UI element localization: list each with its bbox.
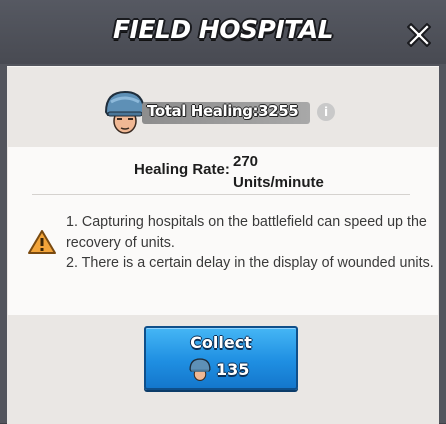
- collect-amount: 135: [216, 360, 250, 379]
- soldier-helmet-icon: [189, 358, 211, 381]
- title-bar: FIELD HOSPITAL: [0, 0, 446, 64]
- info-icon[interactable]: i: [317, 103, 335, 121]
- details-card: Healing Rate: 270 Units/minute 1. Captur…: [8, 147, 438, 315]
- collect-label: Collect: [190, 333, 252, 352]
- healing-rate-number: 270: [233, 153, 259, 170]
- healing-rate-label: Healing Rate:: [134, 161, 230, 178]
- notes: 1. Capturing hospitals on the battlefiel…: [66, 212, 436, 274]
- healing-rate-value: 270 Units/minute: [233, 151, 373, 193]
- field-hospital-dialog: FIELD HOSPITAL Total Healing:3255 i Heal…: [0, 0, 446, 424]
- total-healing-row: Total Healing:3255 i: [102, 88, 362, 138]
- healing-rate-unit: Units/minute: [233, 174, 324, 191]
- collect-button[interactable]: Collect 135: [144, 326, 298, 390]
- close-button[interactable]: [402, 18, 436, 52]
- collect-amount-row: 135: [188, 357, 268, 383]
- total-healing-text: Total Healing:3255: [147, 102, 299, 120]
- close-icon: [407, 23, 431, 47]
- dialog-title: FIELD HOSPITAL: [112, 15, 334, 44]
- note-2: 2. There is a certain delay in the displ…: [66, 255, 434, 271]
- dialog-content: Total Healing:3255 i Healing Rate: 270 U…: [7, 66, 439, 424]
- note-1: 1. Capturing hospitals on the battlefiel…: [66, 214, 427, 251]
- warning-icon: [28, 230, 56, 254]
- divider: [32, 194, 410, 195]
